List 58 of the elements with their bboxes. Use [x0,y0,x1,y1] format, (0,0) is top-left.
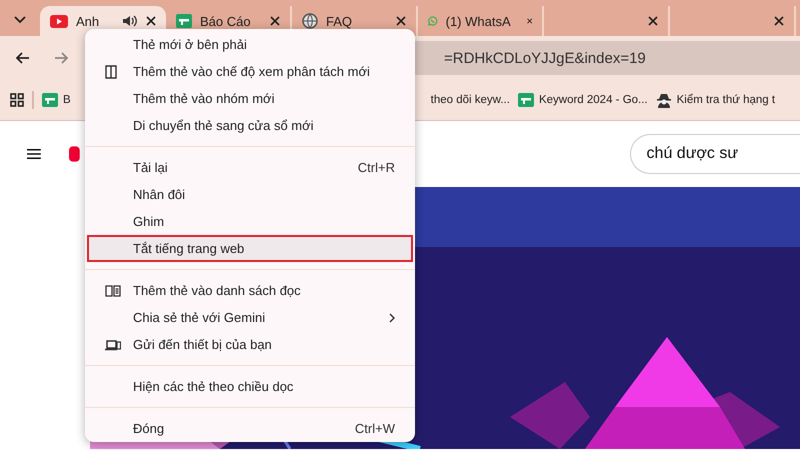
menu-item[interactable]: Đóng Ctrl+W [85,415,415,442]
tab-title: FAQ [326,14,352,28]
menu-item[interactable]: Tắt tiếng trang web [87,235,413,262]
menu-item[interactable]: Chia sẻ thẻ với Gemini [85,304,415,331]
video-play-icon [50,14,68,28]
menu-icon[interactable] [27,147,41,161]
menu-item[interactable]: Thêm thẻ vào nhóm mới [85,85,415,112]
book-icon [105,284,121,296]
menu-item-label: Chia sẻ thẻ với Gemini [133,310,266,325]
close-icon[interactable] [146,16,156,26]
tab-title: (1) WhatsA [446,14,511,28]
menu-item-label: Tải lại [133,160,169,175]
bookmark-label: B [63,94,71,106]
menu-item-label: Gửi đến thiết bị của bạn [133,337,273,352]
bookmark[interactable]: Keyword 2024 - Go... [518,93,648,107]
menu-item-label: Đóng [133,421,166,436]
bookmark[interactable]: theo dõi keyw... [430,94,510,106]
forward-arrow-icon[interactable] [54,52,68,64]
menu-item[interactable]: Tải lại Ctrl+R [85,154,415,181]
tab-title: Anh [76,14,100,28]
menu-item-label: Ghim [133,214,166,229]
menu-item-label: Tắt tiếng trang web [133,241,246,256]
menu-item-label: Thêm thẻ vào nhóm mới [133,91,276,106]
spreadsheet-icon [518,93,534,107]
shortcut-text: Ctrl+R [358,160,395,175]
spreadsheet-icon [42,93,58,107]
menu-item-label: Hiện các thẻ theo chiều dọc [133,379,294,394]
apps-grid-icon[interactable] [10,93,24,107]
split-view-icon [105,64,117,78]
menu-item-label: Thêm thẻ vào danh sách đọc [133,283,302,298]
bookmark[interactable]: B [42,93,71,107]
bookmark-label: Keyword 2024 - Go... [538,94,648,106]
menu-item[interactable]: Thêm thẻ vào danh sách đọc [85,277,415,304]
url-text: =RDHkCDLoYJJgE&index=19 [444,50,646,66]
menu-item[interactable]: Di chuyển thẻ sang cửa sổ mới [85,112,415,139]
back-arrow-icon[interactable] [16,52,30,64]
menu-item[interactable]: Gửi đến thiết bị của bạn [85,331,415,358]
close-icon[interactable] [774,16,784,26]
devices-icon [105,338,121,350]
shortcut-text: Ctrl+W [354,421,395,436]
menu-item[interactable]: Hiện các thẻ theo chiều dọc [85,373,415,400]
close-icon[interactable] [526,16,532,26]
close-icon[interactable] [648,16,658,26]
incognito-icon [656,92,672,108]
tab-title: Báo Cáo [200,14,251,28]
close-icon[interactable] [396,16,406,26]
chevron-down-icon[interactable] [14,16,26,24]
menu-item[interactable]: Nhân đôi [85,181,415,208]
globe-icon [302,13,318,29]
menu-item[interactable]: Ghim [85,208,415,235]
bookmark[interactable]: Kiểm tra thứ hạng t [656,92,776,108]
logo-icon [68,144,80,164]
menu-item-label: Nhân đôi [133,187,186,202]
search-field[interactable]: chú dược sư [630,134,800,174]
search-text: chú dược sư [646,145,738,163]
menu-item-label: Di chuyển thẻ sang cửa sổ mới [133,118,315,133]
close-icon[interactable] [270,16,280,26]
bookmark-label: Kiểm tra thứ hạng t [676,94,776,106]
